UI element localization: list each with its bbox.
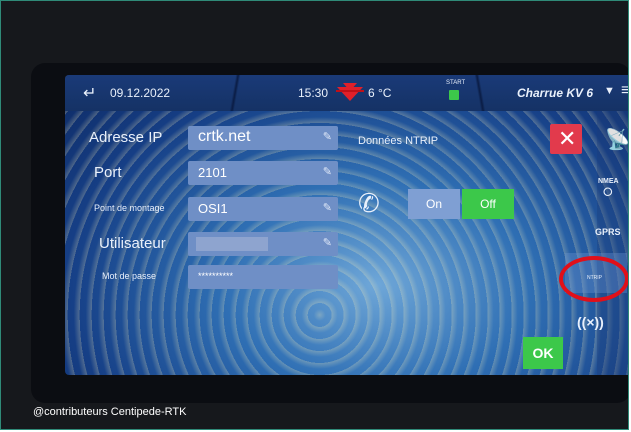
phone-icon: ✆ [358,188,380,218]
terminal-screen: ↵ 09.12.2022 15:30 6 °C START Charrue KV… [65,75,628,375]
ntrip-off-button[interactable]: Off [462,189,514,219]
mount-point-value: OSI1 [198,201,228,216]
port-field[interactable]: 2101 ✎ [188,161,338,185]
clock-display: 15:30 [298,86,329,100]
port-value: 2101 [198,165,227,180]
status-bar: ↵ 09.12.2022 15:30 6 °C START Charrue KV… [65,75,628,111]
ntrip-off-label: Off [480,197,496,211]
ntrip-on-button[interactable]: On [408,189,460,219]
port-label: Port [94,164,122,181]
edit-pencil-icon: ✎ [322,202,332,214]
ntrip-title: Données NTRIP [358,135,439,147]
date-display: 09.12.2022 [110,86,171,100]
username-field[interactable]: ✎ [188,232,338,256]
brand-logo-icon [336,83,364,101]
gprs-menu-item[interactable]: GPRS [595,227,621,237]
edit-pencil-icon: ✎ [322,237,332,249]
ip-address-value: crtk.net [198,128,251,145]
ok-button[interactable]: OK [523,337,563,369]
photo-frame: ↵ 09.12.2022 15:30 6 °C START Charrue KV… [0,0,629,430]
start-label: START [446,80,466,86]
chevron-down-icon[interactable]: ▼ [604,85,615,97]
username-label: Utilisateur [99,235,166,252]
mount-point-field[interactable]: OSI1 ✎ [188,197,338,221]
menu-icon[interactable]: ≡ [621,82,628,100]
nmea-menu-item[interactable]: NMEA [598,178,619,185]
mount-point-label: Point de montage [94,203,165,213]
password-field[interactable]: ********** [188,265,338,289]
close-icon: ✕ [558,126,577,151]
back-arrow-icon[interactable]: ↵ [83,83,96,103]
password-label: Mot de passe [102,271,157,281]
start-icon[interactable] [449,90,459,100]
username-masked-block [196,237,268,251]
status-divider [460,75,500,111]
ok-label: OK [532,345,554,361]
screen-moire [65,75,628,375]
tractor-icon: ⭘ [603,185,613,199]
satellite-icon[interactable]: 📡 [605,127,628,152]
implement-name: Charrue KV 6 [517,86,594,100]
ip-address-label: Adresse IP [89,129,163,146]
ntrip-on-label: On [425,197,442,211]
watermark: @contributeurs Centipede-RTK [33,406,187,418]
ip-address-field[interactable]: crtk.net ✎ [188,126,338,150]
highlight-ring [559,256,628,302]
edit-pencil-icon: ✎ [322,131,332,143]
close-button[interactable]: ✕ [550,124,582,154]
wireless-icon[interactable]: ((×)) [577,314,604,330]
edit-pencil-icon: ✎ [322,166,332,178]
status-divider [215,75,255,111]
password-value: ********** [198,271,234,281]
temperature-display: 6 °C [368,86,392,100]
